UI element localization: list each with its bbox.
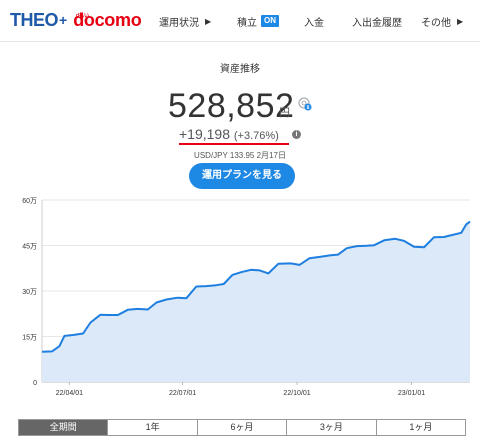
nav-operation-status-label: 運用状況	[159, 17, 199, 29]
tab-1-year[interactable]: 1年	[107, 420, 196, 435]
nav-other-label: その他	[421, 17, 451, 29]
x-axis-labels: 22/04/01 22/07/01 22/10/01 23/01/01	[56, 382, 425, 397]
top-header: THEO+ docomo d払い 運用状況 ▶ 積立 ON 入金 入出金履歴 その…	[0, 0, 480, 42]
y-tick-label: 15万	[22, 334, 37, 342]
nav-other[interactable]: その他 ▶	[421, 0, 463, 42]
tab-3-months[interactable]: 3ヶ月	[286, 420, 375, 435]
total-asset-amount: 528,852	[168, 87, 295, 125]
info-icon[interactable]: i	[292, 130, 301, 139]
view-plan-button[interactable]: 運用プランを見る	[189, 163, 295, 189]
coin-info-icon[interactable]: ¥	[298, 97, 312, 111]
y-tick-label: 0	[33, 380, 37, 387]
nav-history-label: 入出金履歴	[352, 17, 402, 29]
tab-all-period[interactable]: 全期間	[19, 420, 108, 435]
nav-operation-status[interactable]: 運用状況 ▶	[159, 0, 211, 42]
tab-1-month[interactable]: 1ヶ月	[375, 420, 465, 435]
x-tick-label: 22/10/01	[283, 390, 310, 397]
theo-docomo-logo[interactable]: THEO+ docomo d払い	[10, 9, 142, 31]
y-tick-label: 30万	[22, 288, 37, 296]
gain-percent: (+3.76%)	[233, 130, 279, 142]
logo-theo-text: THEO	[10, 10, 59, 30]
period-tabs: 全期間 1年 6ヶ月 3ヶ月 1ヶ月	[18, 419, 466, 436]
currency-unit: 円	[279, 107, 290, 119]
gain-underline	[179, 143, 289, 145]
caret-right-icon: ▶	[205, 16, 212, 26]
nav-deposit-label: 入金	[304, 17, 324, 29]
x-tick-label: 22/04/01	[56, 390, 83, 397]
logo-plus-text: +	[59, 12, 68, 28]
nav-history[interactable]: 入出金履歴	[352, 0, 402, 42]
gain-amount: +19,198	[179, 126, 230, 142]
svg-text:¥: ¥	[307, 105, 310, 111]
fx-rate: USD/JPY 133.95 2月17日	[194, 151, 286, 160]
caret-right-icon: ▶	[457, 16, 464, 26]
y-tick-label: 45万	[22, 243, 37, 251]
y-tick-label: 60万	[22, 197, 37, 205]
asset-chart: 0 15万 30万 45万 60万 22/04/01 22/07/01 22/10/01 23…	[22, 197, 471, 397]
logo-docomo-mark: d払い	[76, 13, 90, 19]
x-tick-label: 23/01/01	[398, 390, 425, 397]
tab-6-months[interactable]: 6ヶ月	[196, 420, 286, 435]
nav-accumulation[interactable]: 積立 ON	[237, 0, 279, 42]
x-tick-label: 22/07/01	[169, 390, 196, 397]
y-axis-labels: 0 15万 30万 45万 60万	[22, 197, 37, 387]
nav-accumulation-label: 積立	[237, 17, 257, 29]
gain-value: +19,198 (+3.76%)	[179, 126, 279, 142]
nav-deposit[interactable]: 入金	[304, 0, 324, 42]
accumulation-on-badge: ON	[261, 15, 279, 27]
page-title: 資産推移	[220, 64, 260, 75]
